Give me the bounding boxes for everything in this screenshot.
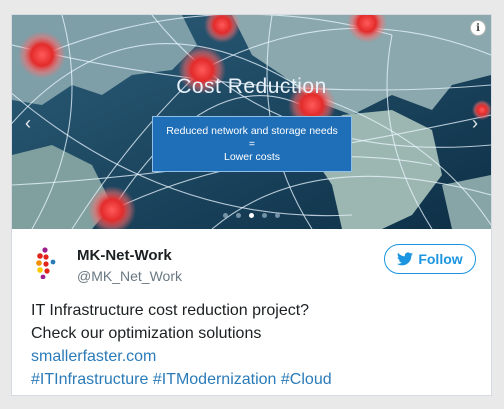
- hashtag-link[interactable]: #Cloud: [281, 371, 332, 388]
- follow-label: Follow: [418, 251, 463, 267]
- carousel-dot[interactable]: [236, 213, 241, 218]
- media-title: Cost Reduction: [176, 75, 327, 98]
- caption-line: Lower costs: [223, 150, 281, 163]
- caption-line: Reduced network and storage needs: [166, 124, 338, 137]
- mk-net-work-logo[interactable]: [36, 247, 64, 279]
- carousel-dot[interactable]: [223, 213, 228, 218]
- carousel-dot[interactable]: [249, 213, 254, 218]
- tweet-line: IT Infrastructure cost reduction project…: [31, 302, 310, 319]
- media-image[interactable]: Cost Reduction Reduced network and stora…: [12, 15, 491, 229]
- media-caption-box: Reduced network and storage needs = Lowe…: [152, 116, 352, 172]
- author-handle[interactable]: @MK_Net_Work: [77, 268, 182, 284]
- chevron-right-icon[interactable]: ›: [467, 113, 483, 133]
- carousel-dot[interactable]: [262, 213, 267, 218]
- hashtag-link[interactable]: #ITInfrastructure: [31, 371, 148, 388]
- chevron-left-icon[interactable]: ‹: [20, 113, 36, 133]
- twitter-bird-icon: [397, 252, 414, 266]
- hashtag-link[interactable]: #ITModernization: [153, 371, 277, 388]
- info-icon[interactable]: i: [471, 21, 485, 35]
- caption-equals: =: [248, 137, 256, 150]
- author-row: MK-Net-Work @MK_Net_Work Follow: [36, 243, 476, 291]
- author-name[interactable]: MK-Net-Work: [77, 247, 172, 264]
- carousel-dot[interactable]: [275, 213, 280, 218]
- tweet-hashtags: #ITInfrastructure #ITModernization #Clou…: [31, 368, 471, 391]
- tweet-link[interactable]: smallerfaster.com: [31, 345, 471, 368]
- carousel-dots: [12, 205, 491, 218]
- tweet-text: IT Infrastructure cost reduction project…: [31, 299, 471, 391]
- tweet-line: Check our optimization solutions: [31, 325, 262, 342]
- follow-button[interactable]: Follow: [384, 244, 476, 274]
- tweet-card[interactable]: Cost Reduction Reduced network and stora…: [11, 14, 492, 396]
